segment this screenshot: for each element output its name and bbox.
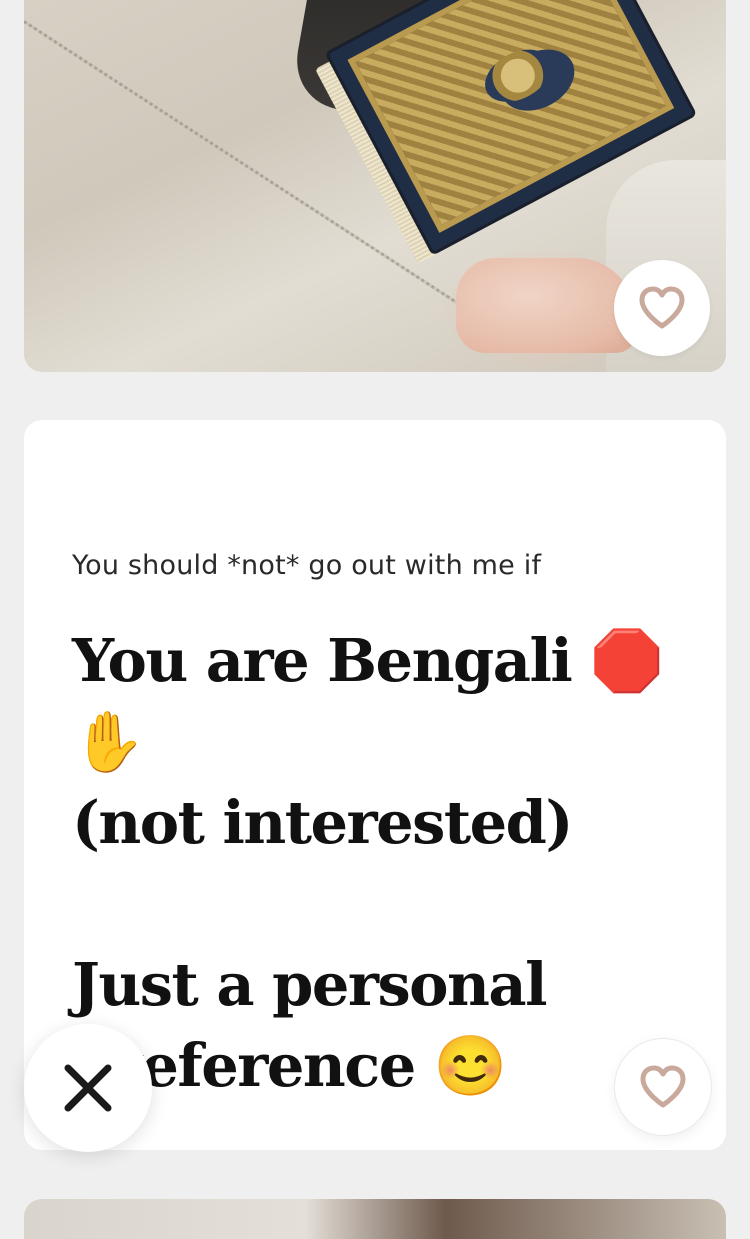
answer-line: Just a personal	[72, 950, 548, 1019]
answer-line	[72, 863, 692, 944]
heart-outline-icon	[639, 286, 685, 329]
like-prompt-button[interactable]	[614, 1038, 712, 1136]
answer-line: You are Bengali 🛑✋	[72, 626, 664, 776]
like-photo-button[interactable]	[614, 260, 710, 356]
prompt-question: You should *not* go out with me if	[72, 550, 542, 581]
answer-line: preference 😊	[72, 1031, 507, 1100]
hand-image	[456, 258, 636, 353]
next-photo-card	[24, 1199, 726, 1239]
prompt-answer: You are Bengali 🛑✋ (not interested) Just…	[72, 620, 692, 1106]
photo-card	[24, 0, 726, 372]
answer-line: (not interested)	[72, 788, 573, 857]
skip-button[interactable]	[24, 1024, 152, 1152]
heart-outline-icon	[640, 1065, 686, 1108]
close-x-icon	[64, 1064, 112, 1112]
